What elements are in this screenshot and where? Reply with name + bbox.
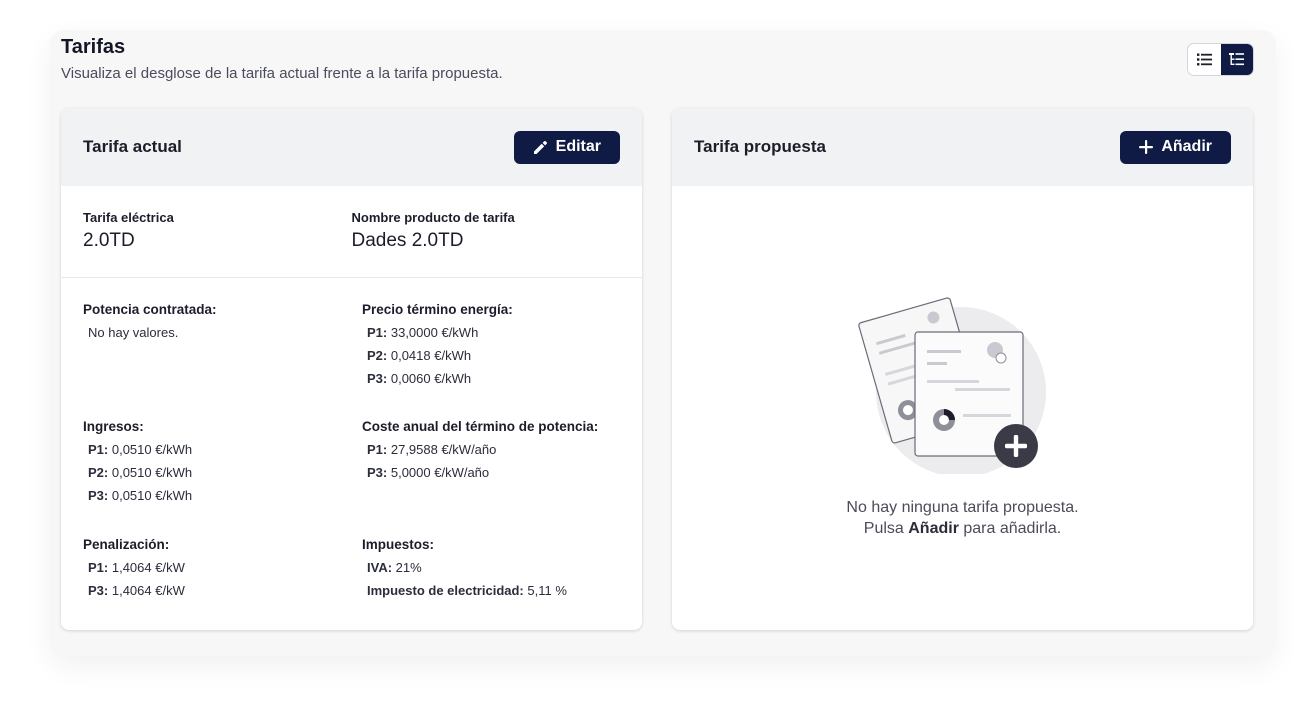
penalty-row: P3: 1,4064 €/kW — [88, 583, 185, 598]
tax-row: Impuesto de electricidad: 5,11 % — [367, 583, 567, 598]
current-tariff-title: Tarifa actual — [83, 137, 182, 156]
pencil-icon — [533, 140, 547, 154]
energy-price-row: P3: 0,0060 €/kWh — [367, 371, 472, 386]
tax-row: IVA: 21% — [367, 560, 422, 575]
list-view-button[interactable] — [1188, 44, 1221, 75]
view-toggle — [1187, 43, 1254, 76]
energy-price-section: Precio término energía: P1: 33,0000 €/kW… — [362, 302, 513, 386]
energy-price-row: P1: 33,0000 €/kWh — [367, 325, 479, 340]
income-row: P3: 0,0510 €/kWh — [88, 488, 193, 503]
current-tariff-header: Tarifa actual Editar — [61, 108, 642, 186]
add-button[interactable]: Añadir — [1120, 130, 1231, 164]
current-tariff-card: Tarifa actual Editar Tarifa eléctrica 2.… — [61, 108, 642, 630]
income-row: P2: 0,0510 €/kWh — [88, 465, 193, 480]
proposed-tariff-header: Tarifa propuesta Añadir — [672, 108, 1253, 186]
penalty-section: Penalización: P1: 1,4064 €/kW P3: 1,4064… — [83, 537, 185, 598]
income-title: Ingresos: — [83, 419, 144, 434]
contracted-power-title: Potencia contratada: — [83, 302, 217, 317]
empty-documents-illustration — [858, 297, 1046, 474]
empty-state-message: No hay ninguna tarifa propuesta. Pulsa A… — [672, 497, 1253, 539]
add-button-label: Añadir — [1161, 138, 1212, 155]
penalty-row: P1: 1,4064 €/kW — [88, 560, 185, 575]
edit-button-label: Editar — [555, 138, 601, 155]
annual-power-cost-section: Coste anual del término de potencia: P1:… — [362, 419, 598, 480]
tariff-field: Tarifa eléctrica 2.0TD — [83, 210, 352, 277]
tree-view-button[interactable] — [1220, 44, 1253, 75]
annual-power-cost-title: Coste anual del término de potencia: — [362, 419, 599, 434]
edit-button[interactable]: Editar — [513, 130, 620, 164]
contracted-power-empty: No hay valores. — [88, 325, 179, 340]
page-title: Tarifas — [61, 36, 126, 58]
tariff-value: 2.0TD — [83, 230, 135, 251]
page-subtitle: Visualiza el desglose de la tarifa actua… — [61, 65, 503, 82]
contracted-power-section: Potencia contratada: No hay valores. — [83, 302, 217, 340]
taxes-section: Impuestos: IVA: 21% Impuesto de electric… — [362, 537, 567, 598]
taxes-title: Impuestos: — [362, 537, 435, 552]
income-row: P1: 0,0510 €/kWh — [88, 442, 193, 457]
empty-state-line2: Pulsa Añadir para añadirla. — [863, 520, 1062, 537]
proposed-tariff-card: Tarifa propuesta Añadir No hay ninguna t… — [672, 108, 1253, 630]
proposed-tariff-title: Tarifa propuesta — [694, 137, 826, 156]
product-value: Dades 2.0TD — [351, 230, 464, 251]
plus-icon — [1139, 140, 1154, 154]
tree-list-icon — [1229, 52, 1245, 65]
annual-power-cost-row: P3: 5,0000 €/kW/año — [367, 465, 490, 480]
empty-state-line1: No hay ninguna tarifa propuesta. — [846, 499, 1079, 516]
list-icon — [1196, 53, 1212, 66]
energy-price-title: Precio término energía: — [362, 302, 513, 317]
penalty-title: Penalización: — [83, 537, 170, 552]
energy-price-row: P2: 0,0418 €/kWh — [367, 348, 472, 363]
product-label: Nombre producto de tarifa — [351, 210, 515, 225]
product-field: Nombre producto de tarifa Dades 2.0TD — [352, 210, 621, 277]
annual-power-cost-row: P1: 27,9588 €/kW/año — [367, 442, 497, 457]
income-section: Ingresos: P1: 0,0510 €/kWh P2: 0,0510 €/… — [83, 419, 192, 503]
tariff-label: Tarifa eléctrica — [83, 210, 174, 225]
